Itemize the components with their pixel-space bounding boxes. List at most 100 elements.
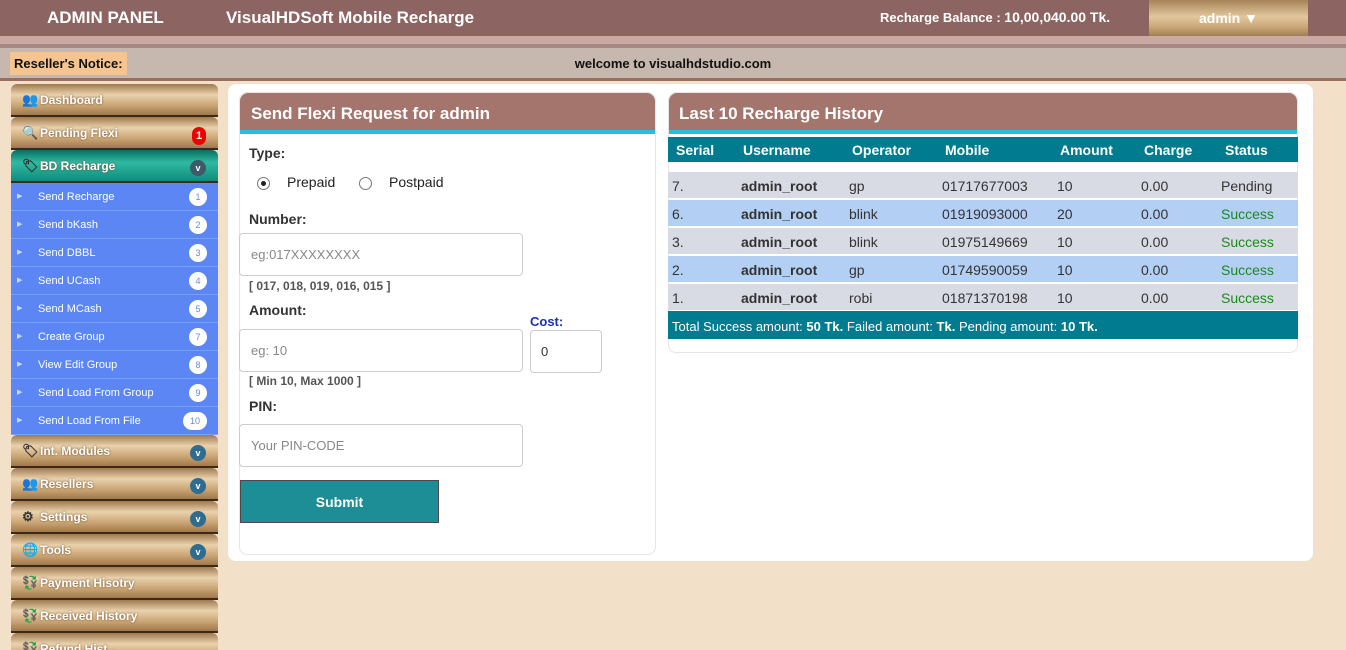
sidebar-item-label: BD Recharge	[40, 159, 116, 173]
sub-item-label: Send Load From Group	[38, 387, 154, 399]
sidebar-item-pending-flexi[interactable]: 🔍 Pending Flexi 1	[11, 117, 218, 150]
money-icon: 💱	[22, 575, 39, 590]
sidebar-sub-send-load-from-group[interactable]: ▶ Send Load From Group 9	[11, 379, 218, 407]
cell-username: admin_root	[741, 234, 818, 250]
money-icon: 💱	[22, 608, 39, 623]
sub-item-number: 5	[189, 300, 207, 318]
number-input[interactable]	[239, 233, 523, 276]
prepaid-radio[interactable]	[257, 177, 270, 190]
sidebar-item-int-modules[interactable]: 🏷 Int. Modules v	[11, 435, 218, 468]
sidebar-sub-send-ucash[interactable]: ▶ Send UCash 4	[11, 267, 218, 295]
cost-field[interactable]	[530, 330, 602, 373]
type-label: Type:	[249, 145, 286, 161]
cell-operator: gp	[849, 262, 865, 278]
bullet-icon: ▶	[17, 361, 23, 368]
sub-item-label: Send Recharge	[38, 191, 115, 203]
pin-label: PIN:	[249, 398, 277, 414]
chevron-down-icon: v	[190, 544, 206, 560]
sidebar-item-label: Pending Flexi	[40, 126, 119, 140]
cell-charge: 0.00	[1141, 234, 1169, 250]
sidebar-sub-create-group[interactable]: ▶ Create Group 7	[11, 323, 218, 351]
cell-amount: 20	[1057, 206, 1073, 222]
number-label: Number:	[249, 211, 307, 227]
sidebar-item-label: Int. Modules	[40, 444, 110, 458]
chevron-down-icon: v	[190, 445, 206, 461]
top-header: ADMIN PANEL VisualHDSoft Mobile Recharge…	[0, 0, 1346, 37]
user-menu-button[interactable]: admin ▼	[1149, 0, 1308, 37]
cell-status: Pending	[1221, 178, 1273, 194]
col-status: Status	[1225, 142, 1268, 158]
bullet-icon: ▶	[17, 333, 23, 340]
number-hint: [ 017, 018, 019, 016, 015 ]	[249, 279, 391, 293]
sub-item-number: 4	[189, 272, 207, 290]
pin-input[interactable]	[239, 424, 523, 467]
sub-item-number: 8	[189, 356, 207, 374]
submit-button[interactable]: Submit	[240, 480, 439, 523]
users-icon: 👥	[22, 476, 39, 491]
sidebar-sub-send-bkash[interactable]: ▶ Send bKash 2	[11, 211, 218, 239]
sidebar-sub-view-edit-group[interactable]: ▶ View Edit Group 8	[11, 351, 218, 379]
sub-item-number: 10	[183, 412, 207, 430]
sidebar-item-payment-history[interactable]: 💱 Payment Hisotry	[11, 567, 218, 600]
cell-username: admin_root	[741, 178, 818, 194]
cell-mobile: 01975149669	[942, 234, 1028, 250]
failed-amount-value: Tk.	[936, 319, 956, 334]
sub-item-number: 2	[189, 216, 207, 234]
sidebar-item-bd-recharge[interactable]: 🏷 BD Recharge v	[11, 150, 218, 183]
cell-serial: 6.	[672, 206, 684, 222]
cell-charge: 0.00	[1141, 206, 1169, 222]
table-row: 2. admin_root gp 01749590059 10 0.00 Suc…	[668, 256, 1298, 282]
sidebar-item-settings[interactable]: ⚙ Settings v	[11, 501, 218, 534]
sidebar-item-label: Payment Hisotry	[40, 576, 135, 590]
sidebar-item-tools[interactable]: 🌐 Tools v	[11, 534, 218, 567]
sidebar-item-label: Settings	[40, 510, 88, 524]
sidebar: 👥 Dashboard 🔍 Pending Flexi 1 🏷 BD Recha…	[11, 84, 218, 650]
sub-item-number: 7	[189, 328, 207, 346]
bullet-icon: ▶	[17, 389, 23, 396]
bullet-icon: ▶	[17, 221, 23, 228]
amount-input[interactable]	[239, 329, 523, 372]
flexi-request-title: Send Flexi Request for admin	[240, 93, 655, 134]
amount-hint: [ Min 10, Max 1000 ]	[249, 374, 362, 388]
sidebar-sub-send-load-from-file[interactable]: ▶ Send Load From File 10	[11, 407, 218, 435]
pending-amount-label: Pending amount:	[958, 319, 1058, 334]
recharge-history-title: Last 10 Recharge History	[669, 93, 1297, 134]
table-row: 6. admin_root blink 01919093000 20 0.00 …	[668, 200, 1298, 226]
cell-serial: 1.	[672, 290, 684, 306]
gear-icon: ⚙	[22, 509, 34, 524]
recharge-balance: Recharge Balance : 10,00,040.00 Tk.	[880, 9, 1110, 25]
app-title: VisualHDSoft Mobile Recharge	[226, 8, 475, 27]
tag-icon: 🏷	[22, 443, 39, 458]
postpaid-radio[interactable]	[359, 177, 372, 190]
sub-item-label: Send DBBL	[38, 247, 96, 259]
cell-amount: 10	[1057, 262, 1073, 278]
cell-username: admin_root	[741, 206, 818, 222]
success-amount-value: 50 Tk.	[806, 319, 844, 334]
users-icon: 👥	[22, 92, 39, 107]
sidebar-sub-send-recharge[interactable]: ▶ Send Recharge 1	[11, 183, 218, 211]
notice-bar: Reseller's Notice: welcome to visualhdst…	[0, 48, 1346, 81]
chevron-down-icon: v	[190, 160, 206, 176]
sub-item-label: Send bKash	[38, 219, 98, 231]
sidebar-item-received-history[interactable]: 💱 Received History	[11, 600, 218, 633]
cell-username: admin_root	[741, 290, 818, 306]
sidebar-item-resellers[interactable]: 👥 Resellers v	[11, 468, 218, 501]
cell-username: admin_root	[741, 262, 818, 278]
sidebar-item-refund-history[interactable]: 💱 Refund Hist...	[11, 633, 218, 650]
balance-label: Recharge Balance :	[880, 10, 1001, 25]
prepaid-label: Prepaid	[287, 174, 336, 190]
sub-item-label: Create Group	[38, 331, 105, 343]
sidebar-sub-send-dbbl[interactable]: ▶ Send DBBL 3	[11, 239, 218, 267]
sidebar-sub-send-mcash[interactable]: ▶ Send MCash 5	[11, 295, 218, 323]
globe-icon: 🌐	[22, 542, 39, 557]
sub-item-number: 1	[189, 188, 207, 206]
sidebar-item-label: Refund Hist...	[40, 642, 118, 650]
sub-item-label: Send UCash	[38, 275, 101, 287]
cell-operator: blink	[849, 234, 878, 250]
col-username: Username	[743, 142, 811, 158]
sidebar-item-dashboard[interactable]: 👥 Dashboard	[11, 84, 218, 117]
cell-operator: gp	[849, 178, 865, 194]
chevron-down-icon: v	[190, 511, 206, 527]
chevron-down-icon: v	[190, 478, 206, 494]
bullet-icon: ▶	[17, 417, 23, 424]
